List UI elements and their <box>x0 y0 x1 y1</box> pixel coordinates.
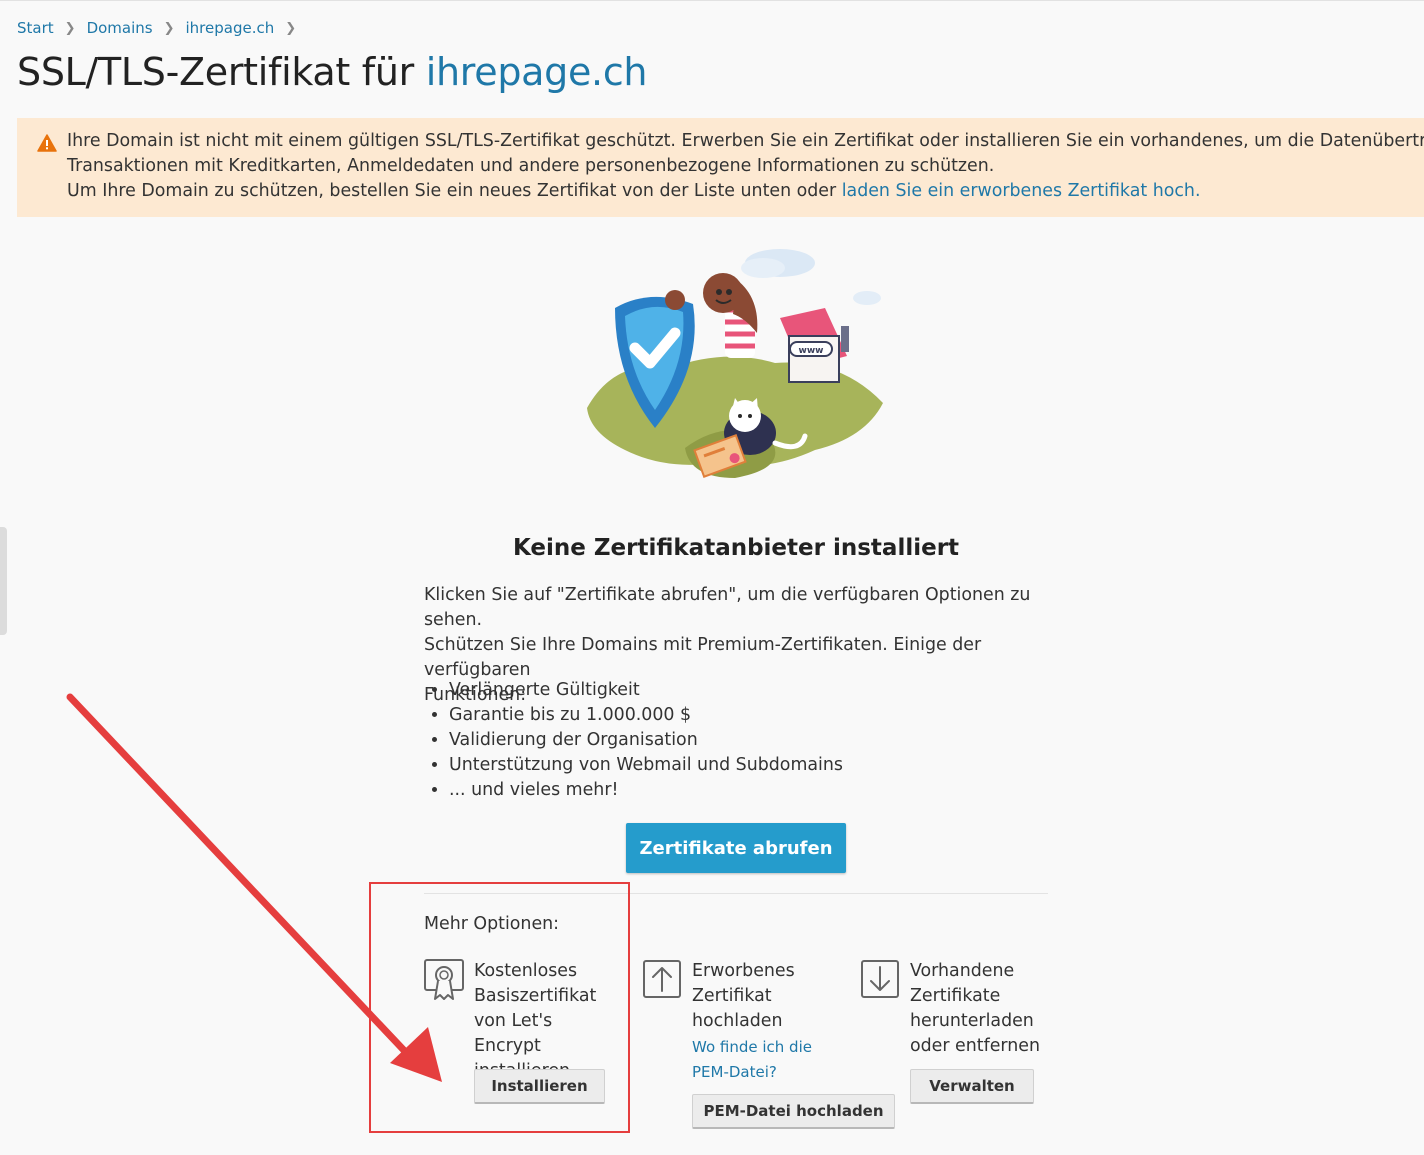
chevron-right-icon: ❯ <box>163 20 175 36</box>
page-title-domain: ihrepage.ch <box>425 50 648 94</box>
warning-line-1: Ihre Domain ist nicht mit einem gültigen… <box>67 131 1424 151</box>
option-text-line: Vorhandene <box>910 961 1015 981</box>
sidebar-collapse-handle[interactable] <box>0 527 7 635</box>
option-letsencrypt: Kostenloses Basiszertifikat von Let's En… <box>424 959 624 1129</box>
feature-item: ... und vieles mehr! <box>449 778 843 803</box>
warning-line-2: Transaktionen mit Kreditkarten, Anmelded… <box>67 156 995 176</box>
more-options-heading: Mehr Optionen: <box>424 914 560 934</box>
breadcrumb: Start ❯ Domains ❯ ihrepage.ch ❯ <box>17 19 307 37</box>
option-text-line: Zertifikat <box>692 986 772 1006</box>
option-letsencrypt-text: Kostenloses Basiszertifikat von Let's En… <box>474 959 624 1084</box>
certificate-icon <box>424 959 464 1000</box>
feature-item: Verlängerte Gültigkeit <box>449 678 843 703</box>
warning-line-3-text: Um Ihre Domain zu schützen, bestellen Si… <box>67 181 837 201</box>
chevron-right-icon: ❯ <box>285 20 297 36</box>
intro-line: Klicken Sie auf "Zertifikate abrufen", u… <box>424 585 1031 630</box>
option-text-line: von Let's Encrypt <box>474 1011 553 1056</box>
section-divider <box>424 893 1048 894</box>
option-manage: Vorhandene Zertifikate herunterladen ode… <box>860 959 1060 1129</box>
features-list: Verlängerte Gültigkeit Garantie bis zu 1… <box>424 678 843 803</box>
warning-line-3: Um Ihre Domain zu schützen, bestellen Si… <box>67 179 1404 204</box>
breadcrumb-domain[interactable]: ihrepage.ch <box>186 19 275 37</box>
upload-certificate-link[interactable]: laden Sie ein erworbenes Zertifikat hoch… <box>842 181 1201 201</box>
option-text-line: oder entfernen <box>910 1036 1041 1056</box>
breadcrumb-domains[interactable]: Domains <box>87 19 153 37</box>
help-link-line: Wo finde ich die <box>692 1038 812 1056</box>
breadcrumb-start[interactable]: Start <box>17 19 54 37</box>
download-icon <box>861 960 899 998</box>
security-illustration: www <box>587 249 883 478</box>
www-label: www <box>799 346 824 356</box>
feature-item: Garantie bis zu 1.000.000 $ <box>449 703 843 728</box>
option-text-line: hochladen <box>692 1011 783 1031</box>
warning-message: Ihre Domain ist nicht mit einem gültigen… <box>17 118 1424 217</box>
page-title-prefix: SSL/TLS-Zertifikat für <box>17 50 414 94</box>
feature-item: Unterstützung von Webmail und Subdomains <box>449 753 843 778</box>
intro-line: Schützen Sie Ihre Domains mit Premium-Ze… <box>424 635 982 680</box>
pem-help-link[interactable]: Wo finde ich die PEM-Datei? <box>692 1035 812 1085</box>
page-title: SSL/TLS-Zertifikat für ihrepage.ch <box>17 50 648 94</box>
option-manage-text: Vorhandene Zertifikate herunterladen ode… <box>910 959 1040 1059</box>
option-upload-text: Erworbenes Zertifikat hochladen <box>692 959 795 1034</box>
install-button[interactable]: Installieren <box>474 1069 605 1104</box>
option-text-line: Basiszertifikat <box>474 986 597 1006</box>
option-text-line: Kostenloses <box>474 961 578 981</box>
get-certificates-button[interactable]: Zertifikate abrufen <box>626 823 846 873</box>
feature-item: Validierung der Organisation <box>449 728 843 753</box>
option-text-line: Erworbenes <box>692 961 795 981</box>
top-border <box>0 0 1424 1</box>
manage-button[interactable]: Verwalten <box>910 1069 1034 1104</box>
help-link-line: PEM-Datei? <box>692 1063 777 1081</box>
option-text-line: herunterladen <box>910 1011 1034 1031</box>
warning-icon <box>37 134 57 152</box>
no-providers-heading: Keine Zertifikatanbieter installiert <box>512 535 960 561</box>
chevron-right-icon: ❯ <box>64 20 76 36</box>
upload-icon <box>643 960 681 998</box>
option-text-line: Zertifikate <box>910 986 1001 1006</box>
